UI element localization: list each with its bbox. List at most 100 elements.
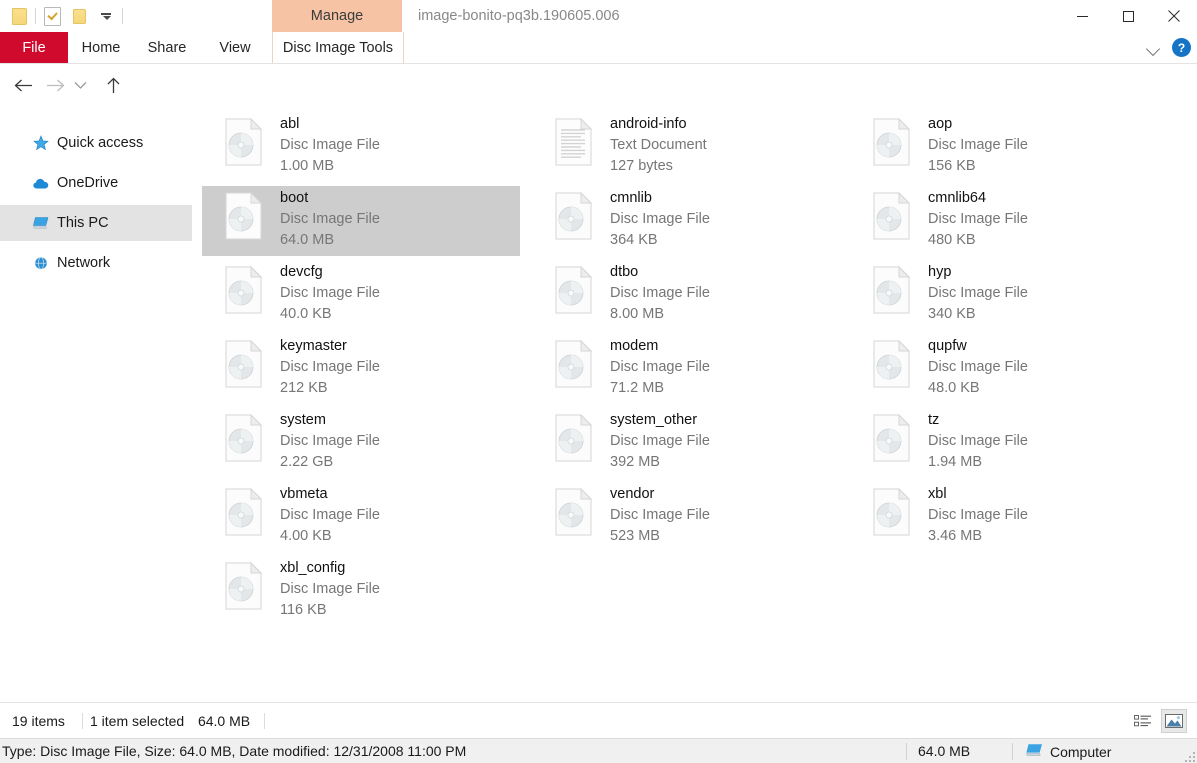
sidebar-item-network[interactable]: Network [0, 245, 192, 281]
file-item[interactable]: devcfg Disc Image File 40.0 KB [202, 260, 520, 330]
window-controls [1059, 0, 1197, 32]
file-name: cmnlib [610, 190, 652, 206]
status-bar: 19 items 1 item selected 64.0 MB [0, 702, 1197, 739]
tab-share[interactable]: Share [134, 32, 200, 63]
file-name: android-info [610, 116, 687, 132]
file-size: 1.00 MB [280, 158, 334, 174]
file-meta: modem Disc Image File 71.2 MB [610, 336, 710, 399]
up-button[interactable] [100, 72, 126, 98]
file-meta: cmnlib64 Disc Image File 480 KB [928, 188, 1028, 251]
file-item[interactable]: boot Disc Image File 64.0 MB [202, 186, 520, 256]
file-meta: xbl Disc Image File 3.46 MB [928, 484, 1028, 547]
maximize-button[interactable] [1105, 0, 1151, 32]
disc-image-icon [554, 339, 594, 388]
expand-ribbon-chevron-down-icon[interactable] [1144, 38, 1164, 58]
file-name: aop [928, 116, 953, 132]
file-size: 2.22 GB [280, 454, 334, 470]
file-item[interactable]: modem Disc Image File 71.2 MB [532, 334, 850, 404]
minimize-button[interactable] [1059, 0, 1105, 32]
toolbar-divider [35, 8, 36, 24]
file-name: cmnlib64 [928, 190, 987, 206]
file-size: 71.2 MB [610, 380, 664, 396]
new-folder-icon[interactable] [68, 5, 90, 27]
sidebar-item-this-pc[interactable]: This PC [0, 205, 192, 241]
file-item[interactable]: tz Disc Image File 1.94 MB [850, 408, 1168, 478]
file-meta: aop Disc Image File 156 KB [928, 114, 1028, 177]
file-item[interactable]: abl Disc Image File 1.00 MB [202, 112, 520, 182]
sidebar-item-label: Network [57, 255, 111, 271]
disc-image-icon [224, 561, 264, 610]
tab-disc-image-tools[interactable]: Disc Image Tools [272, 32, 404, 63]
file-item[interactable]: qupfw Disc Image File 48.0 KB [850, 334, 1168, 404]
file-type: Disc Image File [280, 137, 380, 153]
disc-image-icon [872, 339, 912, 388]
explorer-folder-icon[interactable] [8, 5, 30, 27]
file-size: 212 KB [280, 380, 328, 396]
file-meta: system Disc Image File 2.22 GB [280, 410, 380, 473]
file-meta: hyp Disc Image File 340 KB [928, 262, 1028, 325]
file-size: 127 bytes [610, 158, 673, 174]
file-item[interactable]: system_other Disc Image File 392 MB [532, 408, 850, 478]
status-divider [82, 713, 83, 729]
file-item[interactable]: vendor Disc Image File 523 MB [532, 482, 850, 552]
file-item[interactable]: dtbo Disc Image File 8.00 MB [532, 260, 850, 330]
recent-locations-chevron-down-icon[interactable] [70, 72, 90, 98]
file-meta: abl Disc Image File 1.00 MB [280, 114, 380, 177]
details-computer-label: Computer [1050, 743, 1112, 760]
details-view-icon[interactable] [1131, 710, 1155, 732]
close-button[interactable] [1151, 0, 1197, 32]
toolbar-divider-2 [122, 8, 123, 24]
file-item[interactable]: aop Disc Image File 156 KB [850, 112, 1168, 182]
details-divider-1 [906, 743, 907, 760]
cloud-icon [33, 175, 49, 191]
file-item[interactable]: cmnlib64 Disc Image File 480 KB [850, 186, 1168, 256]
disc-image-icon [554, 191, 594, 240]
file-name: dtbo [610, 264, 639, 280]
tab-file[interactable]: File [0, 32, 68, 63]
file-item[interactable]: hyp Disc Image File 340 KB [850, 260, 1168, 330]
resize-grip[interactable] [1183, 750, 1195, 762]
file-size: 48.0 KB [928, 380, 980, 396]
manage-contextual-tab[interactable]: Manage [272, 0, 402, 32]
file-list-pane[interactable]: abl Disc Image File 1.00 MB boot Disc Image… [192, 110, 1197, 702]
file-item[interactable]: system Disc Image File 2.22 GB [202, 408, 520, 478]
file-item[interactable]: android-info Text Document 127 bytes [532, 112, 850, 182]
sidebar-item-quick-access[interactable]: Quick access [0, 125, 192, 161]
file-name: devcfg [280, 264, 323, 280]
file-item[interactable]: xbl Disc Image File 3.46 MB [850, 482, 1168, 552]
file-name: xbl [928, 486, 947, 502]
customize-toolbar-chevron-down-icon[interactable] [95, 5, 117, 27]
tab-view[interactable]: View [200, 32, 270, 63]
view-toggle-group [1131, 703, 1187, 739]
network-icon [33, 255, 49, 271]
back-button[interactable] [10, 72, 36, 98]
status-divider-2 [264, 713, 265, 729]
file-item[interactable]: xbl_config Disc Image File 116 KB [202, 556, 520, 626]
tab-home[interactable]: Home [68, 32, 134, 63]
file-name: hyp [928, 264, 952, 280]
disc-image-icon [872, 487, 912, 536]
status-selection: 1 item selected 64.0 MB [90, 703, 250, 739]
help-icon[interactable]: ? [1172, 38, 1191, 57]
file-name: abl [280, 116, 300, 132]
file-item[interactable]: cmnlib Disc Image File 364 KB [532, 186, 850, 256]
file-item[interactable]: vbmeta Disc Image File 4.00 KB [202, 482, 520, 552]
disc-image-icon [224, 191, 264, 240]
file-name: boot [280, 190, 309, 206]
navigation-pane: Quick access OneDrive This PC Network [0, 110, 192, 702]
file-item[interactable]: keymaster Disc Image File 212 KB [202, 334, 520, 404]
large-icons-view-icon[interactable] [1161, 709, 1187, 733]
file-meta: dtbo Disc Image File 8.00 MB [610, 262, 710, 325]
file-type: Disc Image File [280, 211, 380, 227]
properties-icon[interactable] [41, 5, 63, 27]
computer-icon [1026, 743, 1043, 760]
file-type: Text Document [610, 137, 707, 153]
file-size: 156 KB [928, 158, 976, 174]
file-size: 1.94 MB [928, 454, 982, 470]
file-type: Disc Image File [280, 507, 380, 523]
star-icon [33, 135, 49, 151]
file-type: Disc Image File [610, 211, 710, 227]
file-meta: boot Disc Image File 64.0 MB [280, 188, 380, 251]
sidebar-item-onedrive[interactable]: OneDrive [0, 165, 192, 201]
file-name: keymaster [280, 338, 347, 354]
